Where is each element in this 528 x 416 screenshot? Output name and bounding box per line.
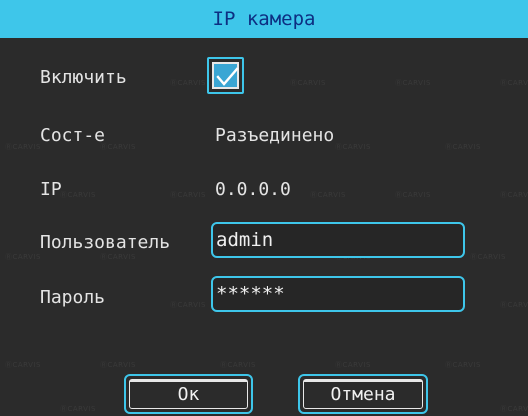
ip-camera-dialog: ⓇCARVIS ⓇCARVIS ⓇCARVIS ⓇCARVIS ⓇCARVIS … bbox=[0, 0, 528, 416]
ok-button[interactable]: Ок bbox=[124, 374, 253, 414]
password-label: Пароль bbox=[40, 287, 106, 308]
watermark: ⓇCARVIS bbox=[220, 361, 256, 369]
password-input[interactable]: ****** bbox=[211, 276, 465, 312]
watermark: ⓇCARVIS bbox=[500, 405, 528, 413]
watermark: ⓇCARVIS bbox=[310, 191, 346, 199]
watermark: ⓇCARVIS bbox=[170, 301, 206, 309]
user-input[interactable]: admin bbox=[211, 222, 465, 258]
watermark: ⓇCARVIS bbox=[500, 191, 528, 199]
watermark: ⓇCARVIS bbox=[445, 361, 481, 369]
watermark: ⓇCARVIS bbox=[5, 361, 41, 369]
enable-checkbox[interactable] bbox=[207, 57, 244, 94]
watermark: ⓇCARVIS bbox=[500, 301, 528, 309]
user-input-value: admin bbox=[216, 229, 274, 251]
watermark: ⓇCARVIS bbox=[5, 253, 41, 261]
ok-button-label: Ок bbox=[129, 379, 248, 409]
watermark: ⓇCARVIS bbox=[395, 191, 431, 199]
watermark: ⓇCARVIS bbox=[170, 79, 206, 87]
watermark: ⓇCARVIS bbox=[170, 191, 206, 199]
watermark: ⓇCARVIS bbox=[60, 191, 96, 199]
ip-label: IP bbox=[40, 179, 62, 200]
enable-label: Включить bbox=[40, 67, 127, 88]
watermark: ⓇCARVIS bbox=[60, 405, 96, 413]
watermark: ⓇCARVIS bbox=[335, 361, 371, 369]
watermark: ⓇCARVIS bbox=[100, 143, 136, 151]
watermark: ⓇCARVIS bbox=[100, 361, 136, 369]
ip-value: 0.0.0.0 bbox=[215, 179, 291, 200]
watermark: ⓇCARVIS bbox=[290, 79, 326, 87]
watermark: ⓇCARVIS bbox=[470, 253, 506, 261]
user-label: Пользователь bbox=[40, 232, 171, 253]
watermark: ⓇCARVIS bbox=[445, 143, 481, 151]
checkmark-icon bbox=[216, 67, 239, 86]
watermark: ⓇCARVIS bbox=[335, 143, 371, 151]
cancel-button-label: Отмена bbox=[303, 379, 423, 409]
cancel-button[interactable]: Отмена bbox=[298, 374, 428, 414]
watermark: ⓇCARVIS bbox=[395, 79, 431, 87]
status-label: Сост-е bbox=[40, 125, 106, 146]
watermark: ⓇCARVIS bbox=[5, 143, 41, 151]
status-value: Разъединено bbox=[215, 125, 335, 146]
dialog-title: IP камера bbox=[0, 0, 528, 38]
password-input-value: ****** bbox=[216, 283, 285, 305]
watermark: ⓇCARVIS bbox=[500, 79, 528, 87]
